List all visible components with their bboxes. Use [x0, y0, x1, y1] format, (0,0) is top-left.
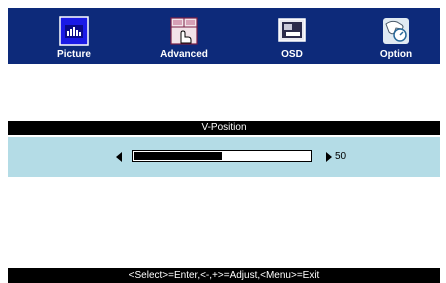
- increase-arrow-icon[interactable]: [326, 152, 332, 162]
- advanced-icon: [169, 16, 199, 46]
- key-help-bar: <Select>=Enter,<-,+>=Adjust,<Menu>=Exit: [8, 268, 440, 283]
- osd-icon: [277, 16, 307, 46]
- picture-icon: [59, 16, 89, 46]
- slider-fill: [134, 152, 222, 160]
- setting-title-bar: V-Position: [8, 121, 440, 135]
- osd-tab-bar: Picture Advanced OSD Option: [8, 8, 440, 64]
- tab-advanced-label: Advanced: [160, 49, 208, 60]
- tab-option[interactable]: Option: [358, 8, 434, 64]
- tab-option-label: Option: [379, 49, 413, 60]
- tab-picture-label: Picture: [57, 49, 91, 60]
- v-position-row[interactable]: 50: [8, 137, 440, 177]
- tab-advanced[interactable]: Advanced: [146, 8, 222, 64]
- option-icon: [381, 16, 411, 46]
- tab-osd[interactable]: OSD: [254, 8, 330, 64]
- v-position-slider[interactable]: [132, 150, 312, 162]
- tab-osd-label: OSD: [281, 49, 303, 60]
- v-position-value: 50: [335, 151, 347, 162]
- decrease-arrow-icon[interactable]: [116, 152, 122, 162]
- tab-picture[interactable]: Picture: [36, 8, 112, 64]
